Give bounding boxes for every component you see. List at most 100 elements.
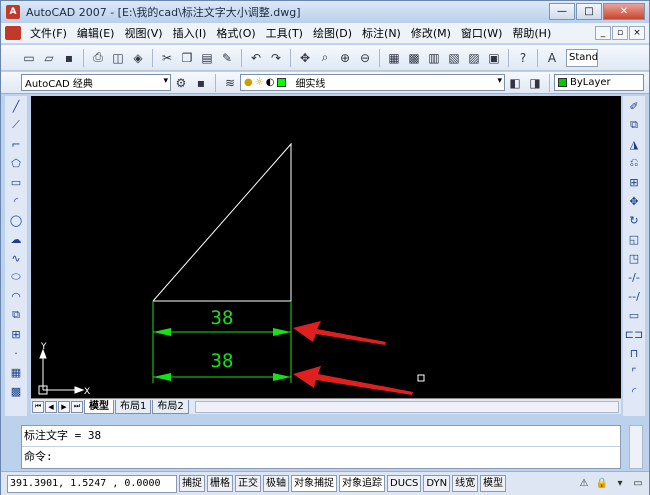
properties-icon[interactable]: ▦: [385, 49, 403, 67]
menu-format[interactable]: 格式(O): [211, 25, 260, 41]
zoom-realtime-icon[interactable]: ⌕: [316, 49, 334, 67]
construction-line-icon[interactable]: ⟋: [7, 116, 25, 134]
last-tab-icon[interactable]: ⏭: [71, 400, 83, 413]
color-combo[interactable]: ByLayer: [554, 74, 644, 91]
scale-icon[interactable]: ◱: [625, 230, 643, 248]
menu-edit[interactable]: 编辑(E): [72, 25, 120, 41]
tool-palettes-icon[interactable]: ▥: [425, 49, 443, 67]
trim-icon[interactable]: -/-: [625, 268, 643, 286]
join-icon[interactable]: ⊓: [625, 344, 643, 362]
offset-icon[interactable]: ⎌: [625, 154, 643, 172]
polar-toggle[interactable]: 极轴: [263, 475, 289, 492]
sheet-set-icon[interactable]: ▧: [445, 49, 463, 67]
menu-dimension[interactable]: 标注(N): [357, 25, 406, 41]
pan-icon[interactable]: ✥: [296, 49, 314, 67]
markup-icon[interactable]: ▨: [465, 49, 483, 67]
close-button[interactable]: ✕: [603, 3, 645, 20]
menu-help[interactable]: 帮助(H): [507, 25, 556, 41]
redo-icon[interactable]: ↷: [267, 49, 285, 67]
ellipse-arc-icon[interactable]: ◠: [7, 287, 25, 305]
make-object-layer-current-icon[interactable]: ◧: [506, 74, 524, 92]
document-menu-icon[interactable]: [5, 26, 21, 40]
line-icon[interactable]: ╱: [7, 97, 25, 115]
copy-icon[interactable]: ❐: [178, 49, 196, 67]
layer-manager-icon[interactable]: ≋: [221, 74, 239, 92]
save-icon[interactable]: ▪: [60, 49, 78, 67]
ortho-toggle[interactable]: 正交: [235, 475, 261, 492]
status-menu-icon[interactable]: ▾: [613, 477, 627, 491]
otrack-toggle[interactable]: 对象追踪: [339, 475, 385, 492]
next-tab-icon[interactable]: ▶: [58, 400, 70, 413]
undo-icon[interactable]: ↶: [247, 49, 265, 67]
lineweight-toggle[interactable]: 线宽: [452, 475, 479, 492]
array-icon[interactable]: ⊞: [625, 173, 643, 191]
open-file-icon[interactable]: ▱: [40, 49, 58, 67]
command-window[interactable]: 标注文字 = 38 命令:: [21, 425, 621, 469]
rectangle-icon[interactable]: ▭: [7, 173, 25, 191]
hatch-icon[interactable]: ▦: [7, 363, 25, 381]
menu-view[interactable]: 视图(V): [119, 25, 167, 41]
print-icon[interactable]: ⎙: [89, 49, 107, 67]
menu-file[interactable]: 文件(F): [25, 25, 72, 41]
make-block-icon[interactable]: ⊞: [7, 325, 25, 343]
menu-insert[interactable]: 插入(I): [168, 25, 212, 41]
circle-icon[interactable]: ◯: [7, 211, 25, 229]
text-style-combo[interactable]: Stand: [566, 48, 598, 67]
break-at-point-icon[interactable]: ▭: [625, 306, 643, 324]
zoom-window-icon[interactable]: ⊕: [336, 49, 354, 67]
command-scrollbar[interactable]: [629, 425, 643, 469]
cut-icon[interactable]: ✂: [158, 49, 176, 67]
paste-icon[interactable]: ▤: [198, 49, 216, 67]
spline-icon[interactable]: ∿: [7, 249, 25, 267]
workspace-combo[interactable]: AutoCAD 经典 ▾: [21, 74, 171, 91]
first-tab-icon[interactable]: ⏮: [32, 400, 44, 413]
drawing-canvas[interactable]: 38 38 Y X: [31, 96, 621, 398]
tab-layout1[interactable]: 布局1: [115, 399, 152, 414]
erase-icon[interactable]: ✐: [625, 97, 643, 115]
osnap-toggle[interactable]: 对象捕捉: [291, 475, 337, 492]
print-preview-icon[interactable]: ◫: [109, 49, 127, 67]
coordinate-readout[interactable]: 391.3901, 1.5247 , 0.0000: [7, 474, 177, 493]
ducs-toggle[interactable]: DUCS: [387, 475, 422, 492]
menu-draw[interactable]: 绘图(D): [308, 25, 357, 41]
snap-toggle[interactable]: 捕捉: [179, 475, 205, 492]
layer-combo[interactable]: ● ☼ ◐ 细实线 ▾: [240, 74, 505, 91]
workspace-settings-icon[interactable]: ⚙: [172, 74, 190, 92]
zoom-previous-icon[interactable]: ⊖: [356, 49, 374, 67]
horizontal-scrollbar[interactable]: [194, 400, 619, 413]
tab-layout2[interactable]: 布局2: [152, 399, 189, 414]
maximize-button[interactable]: □: [576, 3, 602, 20]
doc-restore-button[interactable]: ▫: [612, 26, 628, 40]
communication-center-icon[interactable]: ⚠: [577, 477, 591, 491]
match-properties-icon[interactable]: ✎: [218, 49, 236, 67]
layer-previous-icon[interactable]: ◨: [526, 74, 544, 92]
clean-screen-icon[interactable]: ▭: [631, 477, 645, 491]
text-style-icon[interactable]: A: [543, 49, 561, 67]
model-toggle[interactable]: 模型: [480, 475, 507, 492]
revision-cloud-icon[interactable]: ☁: [7, 230, 25, 248]
lock-icon[interactable]: 🔒: [595, 477, 609, 491]
menu-modify[interactable]: 修改(M): [406, 25, 456, 41]
menu-window[interactable]: 窗口(W): [456, 25, 507, 41]
copy-object-icon[interactable]: ⧉: [625, 116, 643, 134]
save-workspace-icon[interactable]: ▪: [192, 74, 210, 92]
rotate-icon[interactable]: ↻: [625, 211, 643, 229]
move-icon[interactable]: ✥: [625, 192, 643, 210]
help-icon[interactable]: ?: [514, 49, 532, 67]
chamfer-icon[interactable]: ⌜: [625, 363, 643, 381]
insert-block-icon[interactable]: ⧉: [7, 306, 25, 324]
ellipse-icon[interactable]: ⬭: [7, 268, 25, 286]
polyline-icon[interactable]: ⌐: [7, 135, 25, 153]
polygon-icon[interactable]: ⬠: [7, 154, 25, 172]
calculator-icon[interactable]: ▣: [485, 49, 503, 67]
dyn-toggle[interactable]: DYN: [423, 475, 451, 492]
doc-close-button[interactable]: ×: [629, 26, 645, 40]
break-icon[interactable]: ⊏⊐: [625, 325, 643, 343]
fillet-icon[interactable]: ◜: [625, 382, 643, 400]
publish-icon[interactable]: ◈: [129, 49, 147, 67]
arc-icon[interactable]: ◜: [7, 192, 25, 210]
tab-model[interactable]: 模型: [84, 399, 114, 414]
command-prompt[interactable]: 命令:: [22, 446, 620, 466]
gradient-icon[interactable]: ▩: [7, 382, 25, 400]
extend-icon[interactable]: --/: [625, 287, 643, 305]
